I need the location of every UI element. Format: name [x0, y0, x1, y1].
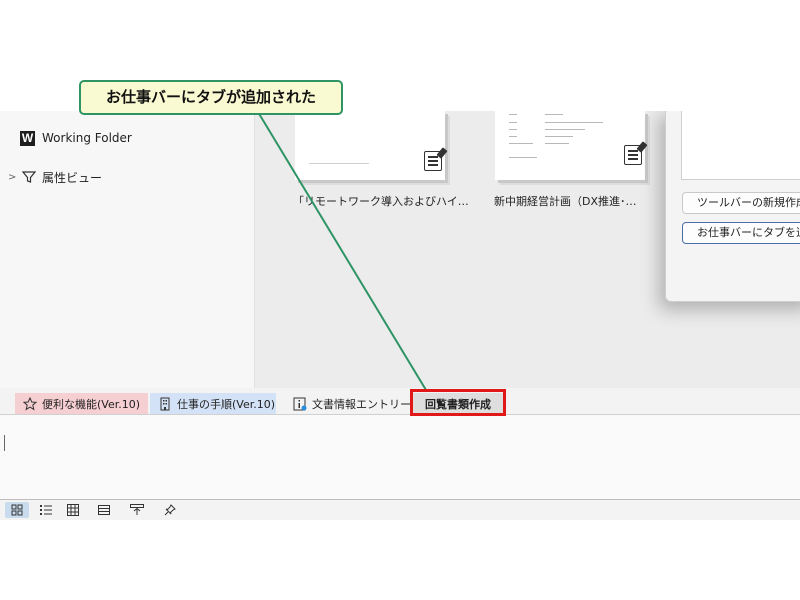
list-view-icon — [40, 505, 52, 515]
filter-icon — [22, 171, 36, 183]
detail-view-button[interactable] — [92, 502, 116, 518]
tree-item-attribute-view[interactable]: > 属性ビュー — [8, 166, 102, 188]
export-button[interactable] — [125, 502, 149, 518]
building-icon — [158, 397, 172, 411]
application-window: W Working Folder > 属性ビュー 「リモートワーク導入およびハイ… — [0, 111, 800, 520]
word-logo-icon: W — [20, 130, 35, 146]
tab-work-procedure[interactable]: 仕事の手順(Ver.10) — [150, 393, 276, 414]
tab-useful-features[interactable]: 便利な機能(Ver.10) — [15, 393, 148, 414]
grid-view-button[interactable] — [5, 502, 29, 518]
text-caret — [4, 435, 5, 451]
tree-item-label: Working Folder — [42, 131, 132, 145]
table-view-button[interactable] — [61, 502, 85, 518]
table-view-icon — [67, 504, 79, 516]
pin-icon — [164, 504, 176, 516]
document-title[interactable]: 新中期経営計画（DX推進･… — [494, 193, 637, 209]
highlight-box — [410, 389, 506, 416]
toolbar-settings-dialog: ツールバーの新規作成 お仕事バーにタブを追加 — [665, 111, 800, 302]
view-mode-bar — [0, 500, 800, 520]
note-edit-icon — [624, 145, 642, 165]
list-view-button[interactable] — [34, 502, 58, 518]
work-bar-content-area[interactable] — [0, 415, 800, 500]
grid-view-icon — [11, 504, 23, 516]
folder-tree-pane: W Working Folder > 属性ビュー — [0, 111, 255, 388]
pin-button[interactable] — [158, 502, 182, 518]
document-title[interactable]: 「リモートワーク導入およびハイ… — [293, 193, 469, 209]
info-icon — [293, 397, 307, 411]
tab-label: 便利な機能(Ver.10) — [42, 397, 141, 411]
document-browser: 「リモートワーク導入およびハイ… 新中期経営計画（DX推進･… ツールバーの新規… — [255, 111, 800, 388]
work-bar-tab-strip: 便利な機能(Ver.10) 仕事の手順(Ver.10) 文書情報エントリー 回覧… — [0, 388, 800, 415]
note-edit-icon — [424, 151, 442, 171]
export-icon — [130, 504, 144, 515]
tab-label: 仕事の手順(Ver.10) — [177, 397, 276, 411]
tab-label: 文書情報エントリー — [312, 397, 411, 411]
new-toolbar-button[interactable]: ツールバーの新規作成 — [682, 192, 800, 214]
document-thumbnail[interactable] — [295, 111, 445, 180]
document-thumbnail[interactable] — [495, 111, 645, 180]
star-icon — [23, 396, 37, 411]
chevron-right-icon[interactable]: > — [8, 172, 18, 183]
tree-item-working-folder[interactable]: W Working Folder — [8, 127, 132, 149]
tab-document-info-entry[interactable]: 文書情報エントリー — [285, 393, 411, 414]
dialog-list-area — [681, 111, 800, 180]
tree-item-label: 属性ビュー — [42, 170, 103, 185]
detail-view-icon — [98, 505, 110, 515]
annotation-callout: お仕事バーにタブが追加された — [79, 80, 343, 115]
add-tab-to-work-bar-button[interactable]: お仕事バーにタブを追加 — [682, 222, 800, 244]
